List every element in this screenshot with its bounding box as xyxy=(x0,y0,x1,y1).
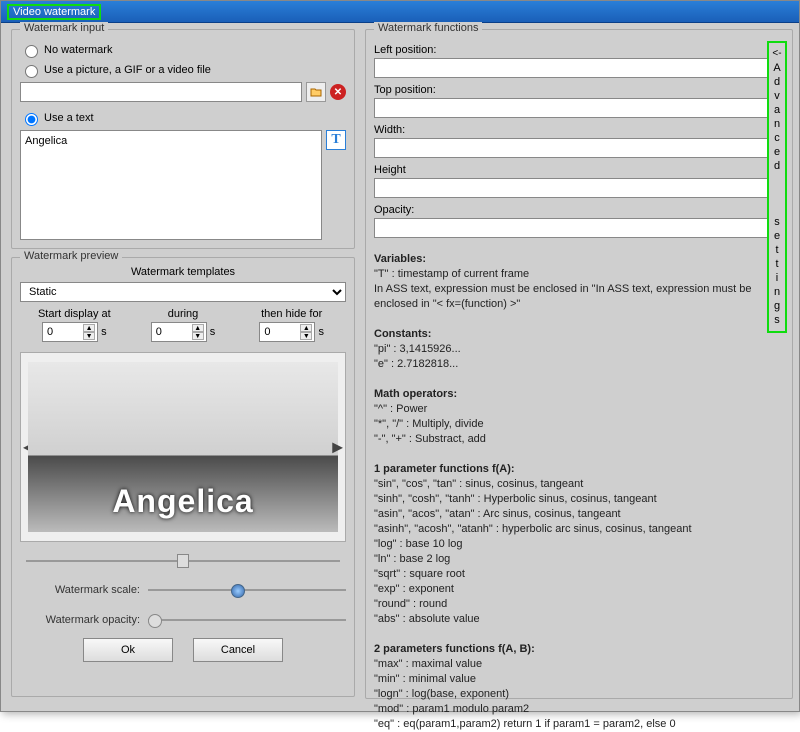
watermark-text-input[interactable] xyxy=(20,130,322,240)
unit-seconds: s xyxy=(101,326,107,338)
slider-track xyxy=(148,589,346,591)
scale-label: Watermark scale: xyxy=(20,584,140,596)
spin-up-icon[interactable]: ▲ xyxy=(300,324,312,332)
opacity-thumb[interactable] xyxy=(148,614,162,628)
top-position-label: Top position: xyxy=(374,84,784,96)
timeline-scrubber[interactable] xyxy=(20,554,346,568)
window-title: Video watermark xyxy=(7,4,101,20)
window-titlebar[interactable]: Video watermark xyxy=(1,1,799,23)
preview-area: ◀ Angelica ▶ xyxy=(20,352,346,542)
start-display-spinner[interactable]: ▲▼ xyxy=(42,322,98,342)
help-text: Variables: "T" : timestamp of current fr… xyxy=(374,252,784,732)
during-label: during xyxy=(129,308,238,320)
scale-thumb[interactable] xyxy=(231,584,245,598)
text-style-button[interactable]: T xyxy=(326,130,346,150)
watermark-functions-title: Watermark functions xyxy=(374,22,482,34)
opacity-fn-input[interactable] xyxy=(374,218,784,238)
during-input[interactable] xyxy=(154,325,190,339)
opacity-slider[interactable] xyxy=(148,612,346,628)
watermark-functions-group: Watermark functions Left position: Top p… xyxy=(365,29,793,699)
clear-file-button[interactable]: ✕ xyxy=(330,84,346,100)
during-spinner[interactable]: ▲▼ xyxy=(151,322,207,342)
right-column: Watermark functions Left position: Top p… xyxy=(361,23,799,711)
spin-up-icon[interactable]: ▲ xyxy=(83,324,95,332)
opacity-label: Watermark opacity: xyxy=(20,614,140,626)
advanced-settings-label: Advancedsettings xyxy=(769,61,785,327)
hide-spinner[interactable]: ▲▼ xyxy=(259,322,315,342)
start-display-input[interactable] xyxy=(45,325,81,339)
width-input[interactable] xyxy=(374,138,784,158)
top-position-input[interactable] xyxy=(374,98,784,118)
advanced-settings-tab[interactable]: <- Advancedsettings xyxy=(767,41,787,333)
opacity-fn-label: Opacity: xyxy=(374,204,784,216)
start-display-label: Start display at xyxy=(20,308,129,320)
unit-seconds: s xyxy=(210,326,216,338)
spin-up-icon[interactable]: ▲ xyxy=(192,324,204,332)
no-watermark-radio[interactable] xyxy=(25,45,38,58)
scrub-thumb[interactable] xyxy=(177,554,189,568)
scale-slider[interactable] xyxy=(148,582,346,598)
watermark-input-title: Watermark input xyxy=(20,22,108,34)
watermark-preview-title: Watermark preview xyxy=(20,250,122,262)
spin-down-icon[interactable]: ▼ xyxy=(300,332,312,340)
use-picture-option[interactable]: Use a picture, a GIF or a video file xyxy=(20,62,346,78)
spin-down-icon[interactable]: ▼ xyxy=(83,332,95,340)
use-text-option[interactable]: Use a text xyxy=(20,110,346,126)
spin-down-icon[interactable]: ▼ xyxy=(192,332,204,340)
no-watermark-option[interactable]: No watermark xyxy=(20,42,346,58)
use-picture-label: Use a picture, a GIF or a video file xyxy=(44,64,211,76)
video-watermark-dialog: Video watermark <- Advancedsettings Wate… xyxy=(0,0,800,712)
height-label: Height xyxy=(374,164,784,176)
no-watermark-label: No watermark xyxy=(44,44,112,56)
template-combo[interactable]: Static xyxy=(20,282,346,302)
unit-seconds: s xyxy=(318,326,324,338)
dialog-content: Watermark input No watermark Use a pictu… xyxy=(1,23,799,711)
ok-button[interactable]: Ok xyxy=(83,638,173,662)
width-label: Width: xyxy=(374,124,784,136)
folder-icon xyxy=(310,86,322,98)
use-text-label: Use a text xyxy=(44,112,94,124)
browse-file-button[interactable] xyxy=(306,82,326,102)
use-text-radio[interactable] xyxy=(25,113,38,126)
left-position-input[interactable] xyxy=(374,58,784,78)
preview-watermark-text: Angelica xyxy=(28,483,338,520)
preview-image: Angelica xyxy=(28,362,338,532)
hide-label: then hide for xyxy=(237,308,346,320)
left-position-label: Left position: xyxy=(374,44,784,56)
left-column: Watermark input No watermark Use a pictu… xyxy=(1,23,361,711)
watermark-preview-group: Watermark preview Watermark templates St… xyxy=(11,257,355,697)
collapse-arrow-icon: <- xyxy=(769,47,785,61)
watermark-input-group: Watermark input No watermark Use a pictu… xyxy=(11,29,355,249)
templates-label: Watermark templates xyxy=(20,266,346,278)
cancel-button[interactable]: Cancel xyxy=(193,638,283,662)
hide-input[interactable] xyxy=(262,325,298,339)
use-picture-radio[interactable] xyxy=(25,65,38,78)
slider-track xyxy=(148,619,346,621)
picture-path-input[interactable] xyxy=(20,82,302,102)
height-input[interactable] xyxy=(374,178,784,198)
next-frame-button[interactable]: ▶ xyxy=(332,439,343,456)
